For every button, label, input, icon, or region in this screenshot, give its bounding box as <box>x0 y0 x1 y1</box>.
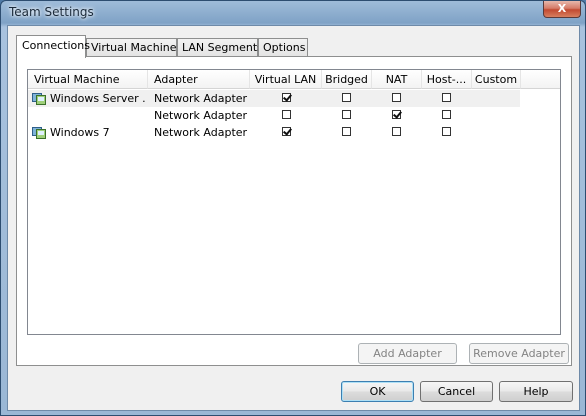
column-header-filler <box>521 70 560 89</box>
table-row[interactable]: Windows 7 Network Adapter 2 <box>28 124 520 141</box>
cancel-button[interactable]: Cancel <box>420 381 493 402</box>
column-header-adapter[interactable]: Adapter <box>148 70 250 89</box>
virtual-lan-checkbox[interactable] <box>282 93 291 102</box>
connections-grid[interactable]: Virtual Machine Adapter Virtual LAN Brid… <box>27 69 561 335</box>
close-button[interactable]: X <box>543 1 581 18</box>
window-title: Team Settings <box>9 5 94 19</box>
grid-header: Virtual Machine Adapter Virtual LAN Brid… <box>28 70 560 90</box>
adapter-name: Network Adapter 2 <box>154 126 250 139</box>
column-header-virtual-machine[interactable]: Virtual Machine <box>28 70 148 89</box>
tab-virtual-machines[interactable]: Virtual Machines <box>86 38 182 57</box>
virtual-machine-icon <box>32 127 46 139</box>
column-header-host-only[interactable]: Host-... <box>422 70 472 89</box>
adapter-name: Network Adapter <box>154 92 248 105</box>
virtual-lan-checkbox[interactable] <box>282 127 291 136</box>
host-only-checkbox[interactable] <box>442 93 451 102</box>
remove-adapter-button[interactable]: Remove Adapter <box>469 343 569 364</box>
virtual-machine-icon <box>32 93 46 105</box>
nat-checkbox[interactable] <box>392 93 401 102</box>
vm-name: Windows Server ... <box>50 92 146 105</box>
bridged-checkbox[interactable] <box>342 93 351 102</box>
host-only-checkbox[interactable] <box>442 127 451 136</box>
table-row[interactable]: Windows Server ... Network Adapter <box>28 90 520 107</box>
help-button[interactable]: Help <box>499 381 573 402</box>
team-settings-window: Team Settings X Connections Virtual Mach… <box>0 0 586 416</box>
column-header-nat[interactable]: NAT <box>372 70 422 89</box>
title-bar[interactable]: Team Settings X <box>1 1 585 25</box>
nat-checkbox[interactable] <box>392 110 401 119</box>
column-header-virtual-lan[interactable]: Virtual LAN <box>250 70 322 89</box>
vm-name <box>50 107 146 124</box>
dialog-client-area: Connections Virtual Machines LAN Segment… <box>7 25 580 411</box>
column-header-bridged[interactable]: Bridged <box>322 70 372 89</box>
table-row[interactable]: Network Adapter 2 <box>28 107 520 124</box>
add-adapter-button[interactable]: Add Adapter <box>358 343 457 364</box>
connections-panel: Virtual Machine Adapter Virtual LAN Brid… <box>16 56 572 366</box>
tab-options[interactable]: Options <box>258 38 308 57</box>
adapter-name: Network Adapter 2 <box>154 109 250 122</box>
tab-lan-segments[interactable]: LAN Segments <box>177 38 263 57</box>
nat-checkbox[interactable] <box>392 127 401 136</box>
tab-connections[interactable]: Connections <box>16 35 90 58</box>
column-header-custom[interactable]: Custom <box>472 70 521 89</box>
host-only-checkbox[interactable] <box>442 110 451 119</box>
ok-button[interactable]: OK <box>341 381 414 402</box>
bridged-checkbox[interactable] <box>342 110 351 119</box>
virtual-lan-checkbox[interactable] <box>282 110 291 119</box>
vm-name: Windows 7 <box>50 126 110 139</box>
bridged-checkbox[interactable] <box>342 127 351 136</box>
